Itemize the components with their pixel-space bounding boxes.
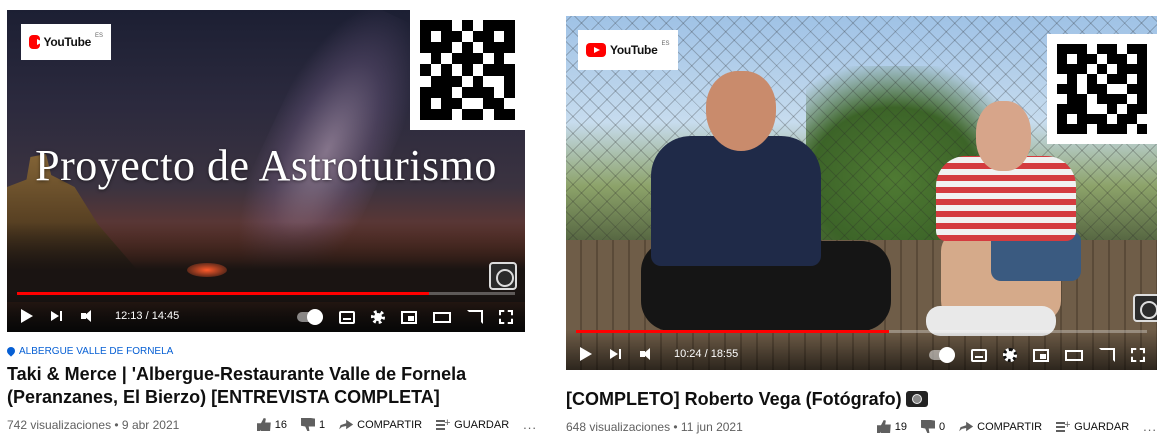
next-icon[interactable] bbox=[51, 308, 63, 324]
dislike-icon bbox=[301, 418, 316, 431]
fullscreen-icon[interactable] bbox=[499, 310, 513, 324]
save-label: GUARDAR bbox=[1074, 420, 1130, 433]
youtube-wordmark: YouTube bbox=[43, 35, 92, 49]
more-options-button[interactable]: ... bbox=[1143, 419, 1157, 434]
play-icon[interactable] bbox=[21, 309, 33, 323]
action-bar: 19 0 COMPARTIR GUARDAR ... bbox=[876, 419, 1157, 434]
camera-icon bbox=[905, 391, 928, 407]
dislike-icon bbox=[921, 420, 936, 433]
share-icon bbox=[339, 419, 354, 430]
settings-icon[interactable] bbox=[371, 310, 385, 324]
view-count-date: 742 visualizaciones • 9 abr 2021 bbox=[7, 417, 180, 432]
progress-fill bbox=[576, 330, 890, 333]
video-meta-2: [COMPLETO] Roberto Vega (Fotógrafo) 648 … bbox=[566, 388, 1157, 434]
progress-bar[interactable] bbox=[17, 292, 515, 295]
autoplay-icon[interactable] bbox=[929, 347, 955, 363]
theater-icon[interactable] bbox=[433, 311, 451, 323]
share-button[interactable]: COMPARTIR bbox=[959, 421, 1042, 433]
channel-watermark[interactable] bbox=[1133, 294, 1157, 322]
player-controls: 10:24 / 18:55 bbox=[566, 330, 1157, 370]
dislike-count: 0 bbox=[939, 420, 946, 433]
youtube-wordmark: YouTube bbox=[610, 43, 658, 57]
cast-icon[interactable] bbox=[467, 310, 483, 324]
share-label: COMPARTIR bbox=[977, 420, 1043, 433]
miniplayer-icon[interactable] bbox=[1033, 348, 1049, 362]
like-icon bbox=[256, 418, 271, 431]
like-icon bbox=[876, 420, 891, 433]
video-title: [COMPLETO] Roberto Vega (Fotógrafo) bbox=[566, 388, 1157, 411]
youtube-play-icon bbox=[29, 35, 43, 49]
fullscreen-icon[interactable] bbox=[1131, 348, 1145, 362]
dislike-count: 1 bbox=[319, 418, 326, 431]
location-pin-icon bbox=[7, 347, 15, 357]
share-button[interactable]: COMPARTIR bbox=[339, 419, 422, 431]
qr-code bbox=[1047, 34, 1157, 144]
qr-code-grid bbox=[1057, 44, 1147, 134]
player-controls: 12:13 / 14:45 bbox=[7, 292, 525, 332]
time-display: 12:13 / 14:45 bbox=[115, 310, 180, 322]
cast-icon[interactable] bbox=[1099, 348, 1115, 362]
channel-watermark[interactable] bbox=[489, 262, 517, 290]
save-icon bbox=[1056, 419, 1071, 433]
time-display: 10:24 / 18:55 bbox=[674, 348, 739, 360]
like-count: 16 bbox=[274, 418, 288, 431]
save-button[interactable]: GUARDAR bbox=[436, 417, 510, 431]
theater-icon[interactable] bbox=[1065, 349, 1083, 361]
video-title: Taki & Merce | 'Albergue-Restaurante Val… bbox=[7, 364, 467, 407]
share-label: COMPARTIR bbox=[357, 418, 423, 431]
volume-icon[interactable] bbox=[81, 308, 97, 324]
save-label: GUARDAR bbox=[454, 418, 510, 431]
like-button[interactable]: 16 bbox=[256, 418, 288, 431]
channel-location[interactable]: ALBERGUE VALLE DE FORNELA bbox=[7, 346, 537, 357]
video-overlay-title: Proyecto de Astroturismo bbox=[35, 141, 497, 190]
volume-icon[interactable] bbox=[640, 346, 656, 362]
youtube-logo: YouTube ES bbox=[578, 30, 678, 70]
qr-code-grid bbox=[420, 20, 515, 120]
settings-icon[interactable] bbox=[1003, 348, 1017, 362]
sunset-glow bbox=[187, 263, 227, 277]
save-icon bbox=[436, 417, 451, 431]
subtitles-icon[interactable] bbox=[339, 310, 355, 324]
like-button[interactable]: 19 bbox=[876, 420, 908, 433]
youtube-play-icon bbox=[586, 43, 606, 57]
play-icon[interactable] bbox=[580, 347, 592, 361]
qr-code bbox=[410, 10, 525, 130]
youtube-logo: YouTube ES bbox=[21, 24, 111, 60]
save-button[interactable]: GUARDAR bbox=[1056, 419, 1130, 433]
dislike-button[interactable]: 1 bbox=[301, 418, 325, 431]
progress-fill bbox=[17, 292, 430, 295]
subtitles-icon[interactable] bbox=[971, 348, 987, 362]
youtube-region: ES bbox=[661, 41, 670, 47]
video-player-1[interactable]: YouTube ES Proyecto de Astroturismo 12:1… bbox=[7, 10, 525, 332]
autoplay-icon[interactable] bbox=[297, 309, 323, 325]
channel-name[interactable]: ALBERGUE VALLE DE FORNELA bbox=[19, 346, 173, 357]
share-icon bbox=[959, 421, 974, 432]
interviewer-figure bbox=[611, 71, 891, 331]
video-player-2[interactable]: YouTube ES 10:24 / 18:55 bbox=[566, 16, 1157, 370]
video-title-text: [COMPLETO] Roberto Vega (Fotógrafo) bbox=[566, 389, 902, 409]
next-icon[interactable] bbox=[610, 346, 622, 362]
mountain-ridge bbox=[7, 222, 525, 302]
youtube-region: ES bbox=[94, 33, 103, 39]
view-count-date: 648 visualizaciones • 11 jun 2021 bbox=[566, 419, 743, 434]
more-options-button[interactable]: ... bbox=[523, 417, 537, 432]
like-count: 19 bbox=[894, 420, 908, 433]
video-meta-1: ALBERGUE VALLE DE FORNELA Taki & Merce |… bbox=[7, 346, 537, 432]
action-bar: 16 1 COMPARTIR GUARDAR ... bbox=[256, 417, 537, 432]
dislike-button[interactable]: 0 bbox=[921, 420, 945, 433]
miniplayer-icon[interactable] bbox=[401, 310, 417, 324]
progress-bar[interactable] bbox=[576, 330, 1147, 333]
